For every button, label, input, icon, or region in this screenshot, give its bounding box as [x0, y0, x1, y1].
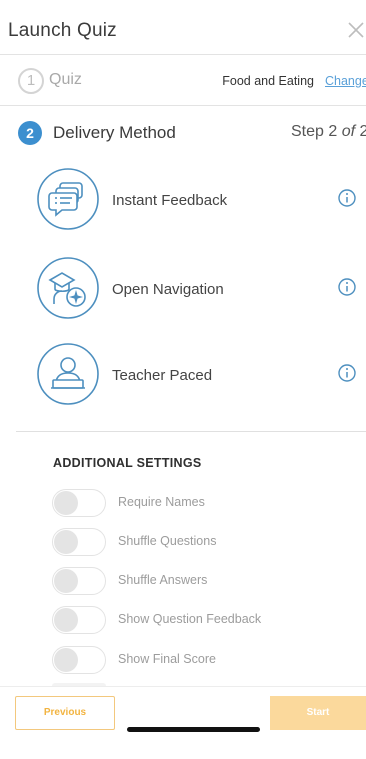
step-counter-total: 2 — [359, 123, 366, 140]
additional-settings-heading: ADDITIONAL SETTINGS — [53, 456, 202, 470]
step-number-1: 1 — [18, 68, 44, 94]
toggle-knob — [54, 648, 78, 672]
close-icon[interactable] — [346, 20, 366, 40]
setting-label: Show Question Feedback — [118, 612, 262, 626]
teacher-icon — [37, 343, 99, 405]
compass-navigation-icon — [37, 257, 99, 319]
method-instant-feedback[interactable]: Instant Feedback — [0, 162, 366, 240]
setting-label: Show Final Score — [118, 652, 216, 666]
step-quiz: 1 Quiz Food and Eating Change — [0, 55, 366, 106]
modal-header: Launch Quiz — [0, 0, 366, 55]
setting-require-names: Require Names — [0, 489, 366, 519]
step-counter-prefix: Step 2 — [291, 123, 342, 140]
method-label: Open Navigation — [112, 281, 224, 298]
home-indicator[interactable] — [127, 727, 260, 732]
setting-label: Require Names — [118, 495, 205, 509]
setting-label: Shuffle Answers — [118, 573, 208, 587]
toggle-switch[interactable] — [52, 489, 106, 517]
setting-shuffle-answers: Shuffle Answers — [0, 567, 366, 597]
method-label: Instant Feedback — [112, 192, 228, 209]
toggle-switch[interactable] — [52, 606, 106, 634]
feedback-bubbles-icon — [37, 168, 99, 230]
selected-quiz-name: Food and Eating — [222, 74, 314, 88]
method-label: Teacher Paced — [112, 367, 213, 384]
toggle-knob — [54, 569, 78, 593]
step-delivery-label: Delivery Method — [53, 123, 176, 142]
change-quiz-link[interactable]: Change — [325, 74, 366, 88]
toggle-switch[interactable] — [52, 646, 106, 674]
toggle-switch[interactable] — [52, 567, 106, 595]
step-counter: Step 2 of 2 — [291, 123, 366, 141]
section-divider — [16, 431, 366, 432]
setting-label: Shuffle Questions — [118, 534, 217, 548]
setting-shuffle-questions: Shuffle Questions — [0, 528, 366, 558]
start-button[interactable]: Start — [270, 696, 366, 730]
toggle-switch[interactable] — [52, 528, 106, 556]
toggle-knob — [54, 491, 78, 515]
modal-footer: Previous Start — [0, 686, 366, 759]
previous-button[interactable]: Previous — [15, 696, 115, 730]
step-quiz-label: Quiz — [49, 71, 82, 88]
toggle-knob — [54, 530, 78, 554]
step-delivery-method: 2 Delivery Method Step 2 of 2 — [0, 106, 366, 158]
method-open-navigation[interactable]: Open Navigation — [0, 251, 366, 329]
setting-show-final-score: Show Final Score — [0, 646, 366, 676]
step-number-2: 2 — [18, 121, 42, 145]
method-teacher-paced[interactable]: Teacher Paced — [0, 337, 366, 415]
modal-title: Launch Quiz — [8, 20, 117, 41]
toggle-knob — [54, 608, 78, 632]
step-counter-of: of — [341, 123, 356, 140]
info-icon[interactable] — [337, 363, 357, 383]
setting-show-question-feedback: Show Question Feedback — [0, 606, 366, 636]
info-icon[interactable] — [337, 188, 357, 208]
info-icon[interactable] — [337, 277, 357, 297]
